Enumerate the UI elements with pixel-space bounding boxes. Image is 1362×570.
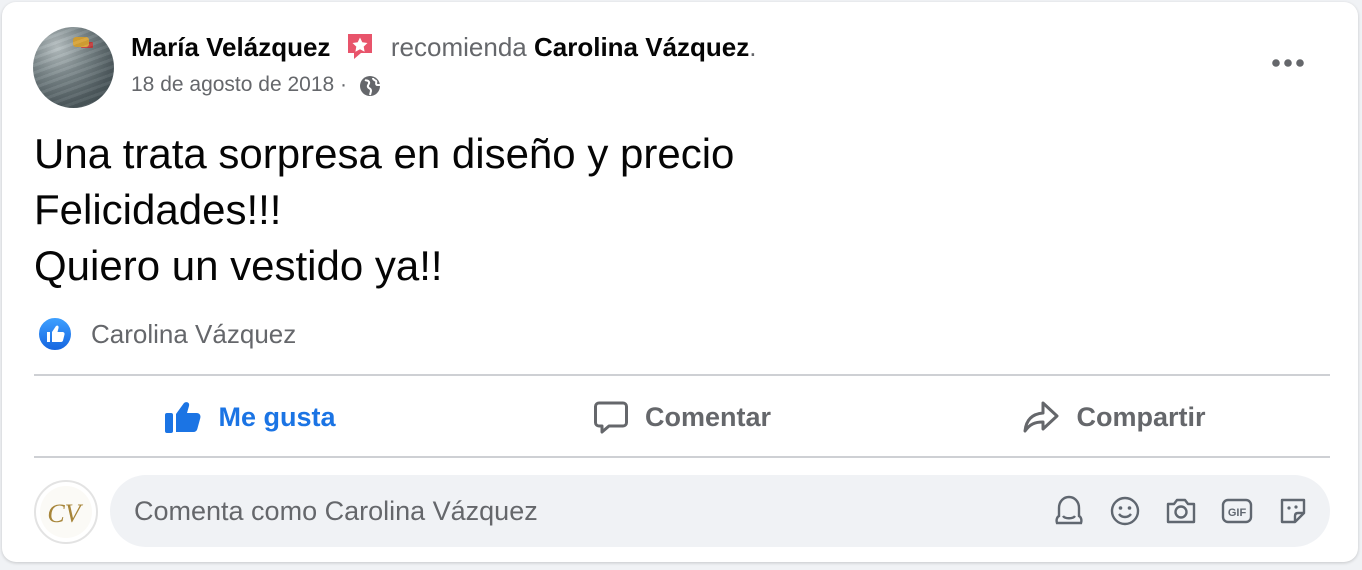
comment-icon (593, 401, 628, 434)
globe-icon[interactable] (359, 75, 381, 97)
like-button[interactable]: Me gusta (34, 378, 466, 456)
share-icon (1023, 401, 1059, 433)
comment-box[interactable]: GIF (110, 475, 1330, 547)
date-separator: · (340, 73, 348, 96)
divider (34, 456, 1330, 458)
recommendation-text: recomienda (390, 32, 527, 62)
divider (34, 374, 1330, 376)
thumbs-up-icon (165, 402, 201, 433)
like-label: Me gusta (218, 401, 336, 432)
comment-button[interactable]: Comentar (466, 378, 898, 456)
post-text-line: Quiero un vestido ya!! (34, 242, 443, 289)
author-avatar[interactable] (33, 27, 114, 108)
reactor-name: Carolina Vázquez (91, 318, 297, 349)
svg-text:GIF: GIF (1228, 507, 1247, 519)
avatar-sticker-icon[interactable] (1050, 492, 1088, 530)
reactions-summary[interactable]: Carolina Vázquez (37, 315, 296, 353)
post-text-line: Una trata sorpresa en diseño y precio (34, 130, 735, 177)
post-date[interactable]: 18 de agosto de 2018 (131, 73, 334, 96)
like-icon (37, 316, 73, 352)
comment-input[interactable] (134, 475, 1014, 547)
star-icon (344, 30, 376, 62)
more-icon (1272, 59, 1304, 67)
sticker-icon[interactable] (1274, 492, 1312, 530)
page-name[interactable]: Carolina Vázquez (534, 32, 749, 62)
emoji-icon[interactable] (1106, 492, 1144, 530)
composer-icons: GIF (1032, 492, 1312, 530)
share-label: Compartir (1076, 401, 1206, 432)
gif-icon[interactable]: GIF (1218, 492, 1256, 530)
monogram-logo: CV (40, 486, 92, 538)
post-meta: 18 de agosto de 2018 · (131, 72, 381, 98)
action-bar: Me gusta Comentar Compartir (34, 378, 1330, 456)
svg-text:CV: CV (47, 499, 83, 528)
camera-icon[interactable] (1162, 492, 1200, 530)
header-period: . (749, 32, 757, 62)
post-header: María Velázquez recomienda Carolina Vázq… (131, 30, 757, 64)
post-text: Una trata sorpresa en diseño y precio Fe… (34, 126, 734, 294)
more-options-button[interactable] (1268, 46, 1308, 80)
post-text-line: Felicidades!!! (34, 186, 282, 233)
author-name[interactable]: María Velázquez (131, 32, 330, 62)
composer-avatar[interactable]: CV (34, 480, 98, 544)
comment-label: Comentar (644, 401, 772, 432)
post-card: María Velázquez recomienda Carolina Vázq… (2, 2, 1358, 562)
share-button[interactable]: Compartir (898, 378, 1330, 456)
